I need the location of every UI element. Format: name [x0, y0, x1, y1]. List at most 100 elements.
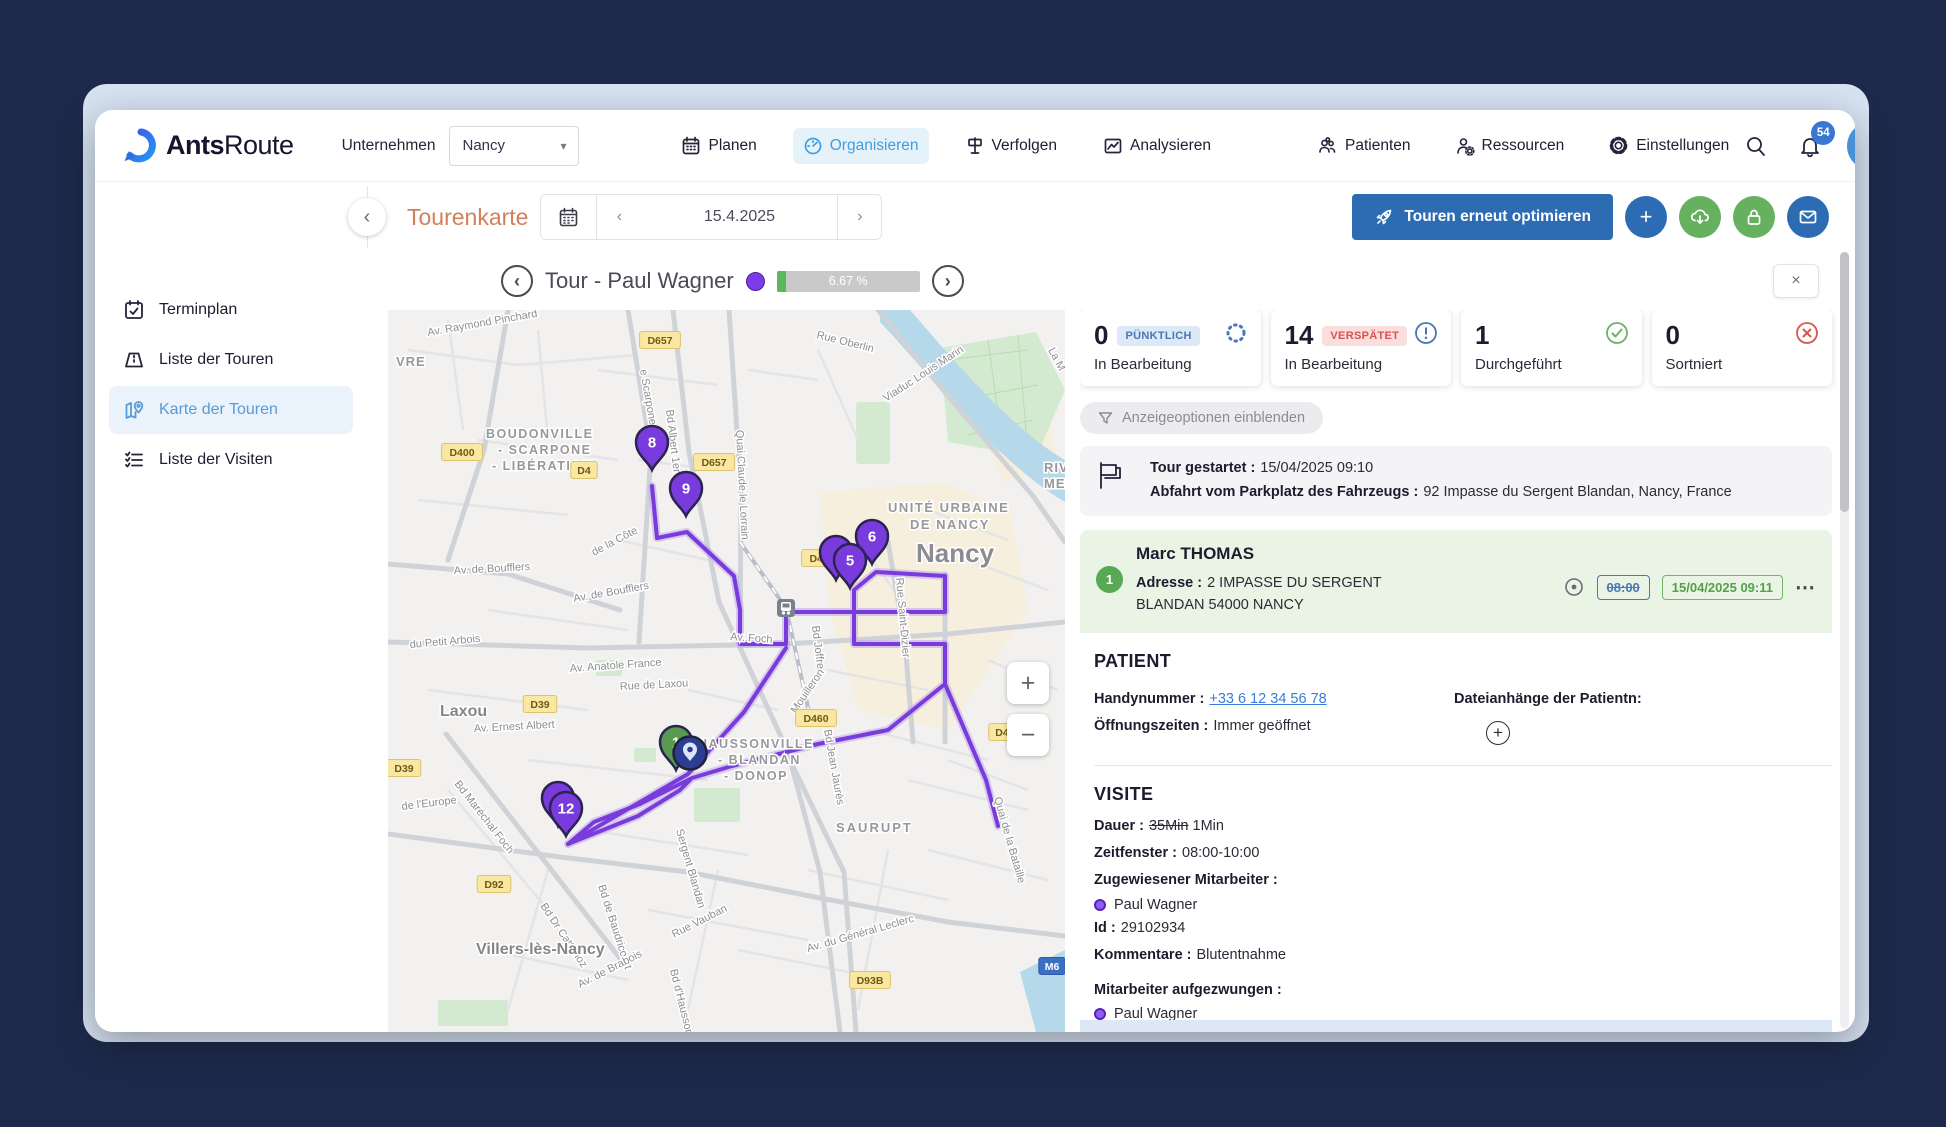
search-button[interactable] — [1739, 129, 1773, 163]
tab-einstellungen[interactable]: Einstellungen — [1598, 127, 1739, 164]
tab-organisieren[interactable]: Organisieren — [793, 128, 929, 164]
display-options-button[interactable]: Anzeigeoptionen einblenden — [1080, 402, 1323, 434]
stop-more-button[interactable]: ⋯ — [1795, 575, 1816, 600]
sidebar: Terminplan Liste der Touren Karte der To… — [95, 182, 367, 1032]
hours-label: Öffnungszeiten : — [1094, 718, 1208, 734]
antsroute-logo-icon — [121, 128, 157, 164]
tab-analysieren-label: Analysieren — [1130, 137, 1211, 155]
stat-label: Durchgeführt — [1475, 356, 1628, 373]
tour-detail-panel: 0 PÜNKTLICH In Bearbeitung 14 VERSPÄTET — [1080, 310, 1855, 1032]
stat-label: In Bearbeitung — [1285, 356, 1438, 373]
comment-label: Kommentare : — [1094, 947, 1192, 963]
map-zoom-out-button[interactable]: − — [1007, 714, 1049, 756]
actual-time-chip[interactable]: 15/04/2025 09:11 — [1662, 575, 1783, 600]
map-label: Av. Raymond Pinchard — [426, 310, 538, 339]
brand-bold: Ants — [166, 130, 224, 160]
map-road-badge: D400 — [442, 444, 483, 461]
avatar[interactable]: MH — [1847, 122, 1855, 170]
current-position-pin[interactable] — [674, 737, 707, 770]
stat-card-verspaetet: 14 VERSPÄTET In Bearbeitung — [1271, 310, 1452, 386]
map-label: MEU — [1044, 476, 1065, 491]
map-label: Av. Ernest Albert — [474, 719, 555, 735]
duration-old: 35Min — [1149, 818, 1189, 834]
chart-icon — [1103, 136, 1123, 156]
map-label: DE NANCY — [910, 517, 990, 532]
calendar-button[interactable] — [541, 195, 597, 239]
map-zoom-in-button[interactable]: + — [1007, 662, 1049, 704]
stat-value: 14 — [1285, 320, 1314, 351]
add-button[interactable]: + — [1625, 196, 1667, 238]
date-prev-button[interactable]: ‹ — [597, 195, 641, 239]
map-marker-9[interactable]: 9 — [670, 472, 702, 516]
map-label: du Petit Arbois — [409, 633, 481, 651]
sidebar-item-terminplan[interactable]: Terminplan — [109, 286, 353, 334]
reoptimize-tours-button[interactable]: Touren erneut optimieren — [1352, 194, 1613, 240]
close-panel-button[interactable]: × — [1773, 264, 1819, 298]
date-picker: ‹ 15.4.2025 › — [540, 194, 882, 240]
map-label: Av. de Boufflers — [572, 580, 650, 605]
map-railway — [740, 542, 809, 712]
people-icon — [1317, 136, 1338, 156]
export-button[interactable] — [1679, 196, 1721, 238]
tab-planen[interactable]: Planen — [671, 128, 766, 164]
add-attachment-button[interactable]: + — [1486, 721, 1510, 745]
map-marker-12[interactable]: 12 — [550, 792, 582, 836]
svg-text:D460: D460 — [803, 713, 828, 725]
company-select[interactable]: Nancy ▾ — [449, 126, 579, 166]
locate-stop-icon[interactable] — [1563, 576, 1585, 598]
next-tour-button[interactable]: › — [932, 265, 964, 297]
sidebar-item-liste-der-touren[interactable]: Liste der Touren — [109, 336, 353, 384]
cancel-circle-icon — [1794, 320, 1820, 351]
map-road-badge: D93B — [850, 972, 891, 989]
stat-value: 0 — [1666, 320, 1680, 351]
brand-name: AntsRoute — [166, 130, 294, 161]
next-section-peek — [1080, 1020, 1832, 1032]
tour-color-dot — [746, 272, 765, 291]
sidebar-item-liste-der-visiten[interactable]: Liste der Visiten — [109, 436, 353, 484]
phone-link[interactable]: +33 6 12 34 56 78 — [1209, 691, 1326, 707]
date-value[interactable]: 15.4.2025 — [641, 195, 837, 239]
patient-section: PATIENT Handynummer :+33 6 12 34 56 78 Ö… — [1080, 633, 1832, 766]
map-label: RIVI — [1044, 460, 1065, 475]
attachments-label: Dateianhänge der Patientn: — [1454, 691, 1642, 707]
map-road-badge: D460 — [796, 710, 837, 727]
sidebar-item-karte-der-touren[interactable]: Karte der Touren — [109, 386, 353, 434]
tour-subheader: ‹ Tour - Paul Wagner 6.67 % › × — [367, 252, 1855, 310]
sidebar-item-label: Terminplan — [159, 301, 237, 319]
tour-started-value: 15/04/2025 09:10 — [1260, 460, 1373, 476]
mail-button[interactable] — [1787, 196, 1829, 238]
tab-ressourcen[interactable]: Ressourcen — [1445, 128, 1575, 164]
prev-tour-button[interactable]: ‹ — [501, 265, 533, 297]
top-navigation-bar: AntsRoute Unternehmen Nancy ▾ Planen Org… — [95, 110, 1855, 182]
svg-text:12: 12 — [558, 801, 575, 818]
tab-analysieren[interactable]: Analysieren — [1093, 128, 1221, 164]
company-label: Unternehmen — [342, 137, 436, 155]
date-next-button[interactable]: › — [837, 195, 881, 239]
chevron-down-icon: ▾ — [560, 139, 566, 153]
map-road-badge: D4 — [571, 462, 597, 479]
tab-organisieren-label: Organisieren — [830, 137, 919, 155]
stop-card: 1 Marc THOMAS Adresse :2 IMPASSE DU SERG… — [1080, 530, 1832, 633]
map-road-badge: D657 — [640, 332, 681, 349]
forced-employee-label: Mitarbeiter aufgezwungen : — [1094, 982, 1282, 998]
notifications-button[interactable]: 54 — [1793, 129, 1827, 163]
tab-patienten[interactable]: Patienten — [1307, 128, 1421, 164]
collapse-sidebar-button[interactable]: ‹ — [348, 198, 386, 236]
gauge-icon — [803, 136, 823, 156]
brand-light: Route — [224, 130, 294, 160]
svg-text:M6: M6 — [1045, 961, 1060, 973]
hours-value: Immer geöffnet — [1213, 718, 1310, 734]
stop-patient-name: Marc THOMAS — [1136, 544, 1446, 564]
lock-button[interactable] — [1733, 196, 1775, 238]
map-road-badge: D39 — [523, 696, 557, 713]
employee-color-dot — [1094, 1008, 1106, 1020]
planned-time-chip[interactable]: 08:00 — [1597, 575, 1650, 600]
svg-text:D657: D657 — [701, 457, 726, 469]
calendar-check-icon — [123, 299, 145, 321]
panel-scrollbar-thumb[interactable] — [1840, 252, 1849, 512]
toolbar: ‹ Tourenkarte ‹ 15.4.2025 › Touren erneu… — [367, 182, 1855, 252]
map-label: - SCARPONE — [498, 443, 591, 457]
brand-logo[interactable]: AntsRoute — [121, 128, 294, 164]
tab-verfolgen[interactable]: Verfolgen — [955, 128, 1068, 164]
map-canvas[interactable]: Av. Raymond PinchardVREe ScarponeRue Obe… — [388, 310, 1065, 1032]
